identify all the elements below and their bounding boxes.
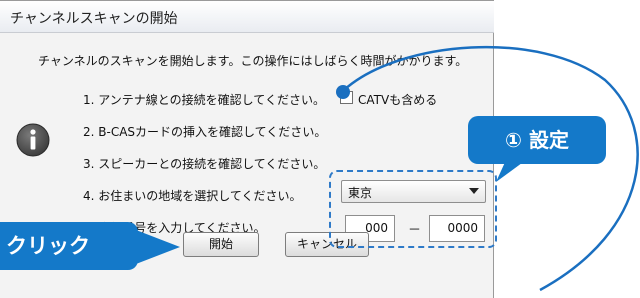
callout-arrow-line xyxy=(343,45,639,292)
click-callout-tail xyxy=(136,230,180,264)
setting-callout: ① 設定 xyxy=(468,116,606,164)
click-callout: クリック xyxy=(0,222,138,270)
callout-anchor-dot xyxy=(336,85,350,99)
